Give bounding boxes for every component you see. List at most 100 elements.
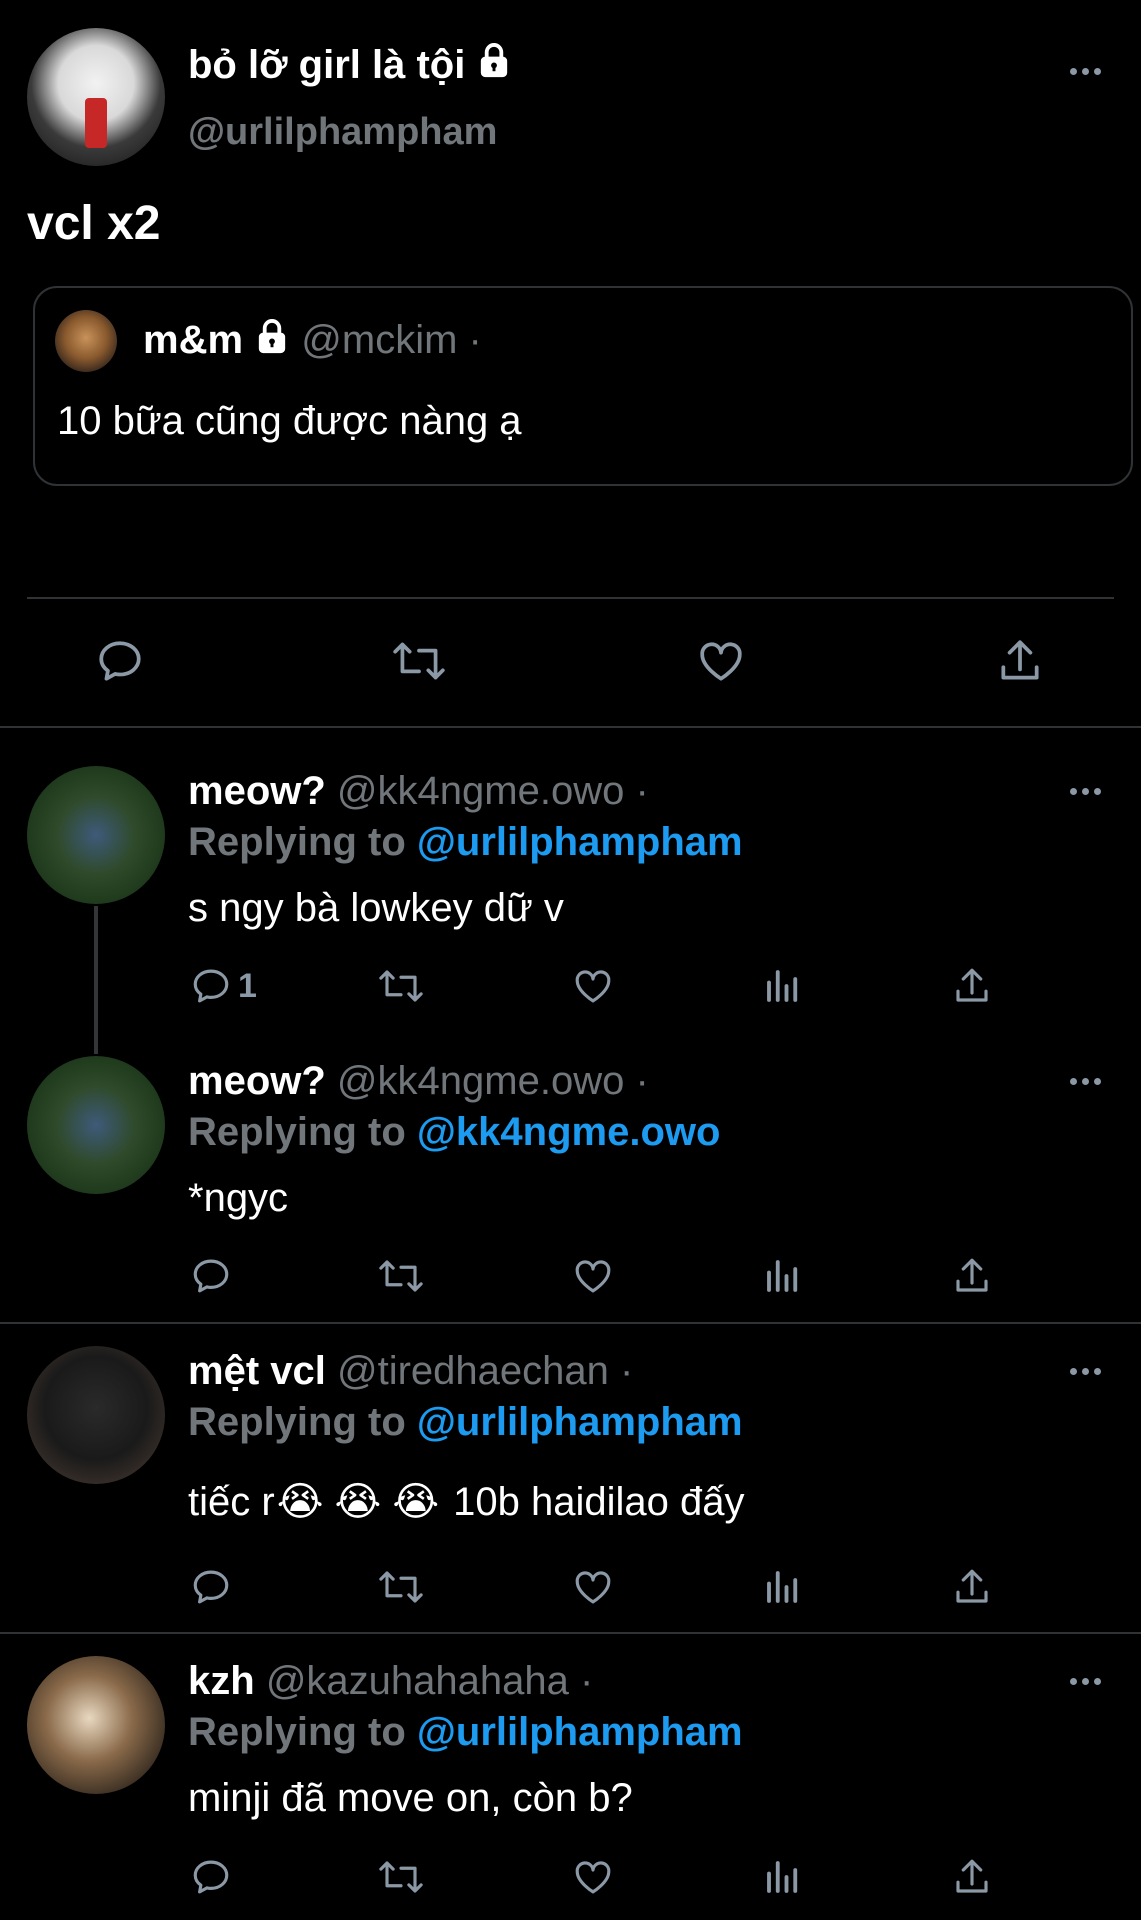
- reply-display-name[interactable]: meow?: [188, 769, 326, 813]
- more-icon[interactable]: [1070, 788, 1101, 795]
- reply-handle[interactable]: @tiredhaechan: [337, 1349, 609, 1393]
- reply-icon: [193, 1570, 229, 1604]
- separator-dot: ·: [635, 769, 649, 813]
- section-divider: [0, 1632, 1141, 1634]
- quoted-tweet-card[interactable]: m&m @mckim · 10 bữa cũng được nàng ạ: [33, 286, 1133, 486]
- more-icon[interactable]: [1070, 1368, 1101, 1375]
- share-button[interactable]: [995, 636, 1045, 686]
- share-icon: [1001, 640, 1039, 680]
- share-button[interactable]: [951, 1566, 993, 1608]
- reply-handle[interactable]: @kk4ngme.owo: [337, 769, 624, 813]
- reply-text: tiếc r😭 😭 😭 10b haidilao đấy: [188, 1477, 745, 1527]
- like-button[interactable]: [571, 965, 615, 1007]
- crying-emoji: 😭 😭 😭: [276, 1480, 440, 1524]
- retweet-icon: [379, 1571, 423, 1603]
- reply-text: minji đã move on, còn b?: [188, 1776, 633, 1820]
- analytics-button[interactable]: [762, 1856, 804, 1898]
- separator-dot: ·: [620, 1349, 634, 1393]
- analytics-button[interactable]: [762, 1255, 804, 1297]
- more-icon[interactable]: [1070, 1678, 1101, 1685]
- share-icon: [956, 1569, 988, 1603]
- replying-to-handle[interactable]: @urlilphampham: [417, 820, 743, 864]
- share-icon: [956, 1859, 988, 1893]
- reply-count: 1: [238, 966, 257, 1005]
- replying-to-handle[interactable]: @urlilphampham: [417, 1400, 743, 1444]
- like-icon: [700, 642, 742, 681]
- separator-dot: ·: [580, 1659, 594, 1703]
- like-button[interactable]: [571, 1255, 615, 1297]
- retweet-button[interactable]: [376, 1566, 426, 1608]
- reply-display-name[interactable]: mệt vcl: [188, 1349, 326, 1393]
- thread-line: [94, 906, 98, 1054]
- retweet-icon: [379, 1861, 423, 1893]
- reply-handle[interactable]: @kk4ngme.owo: [337, 1059, 624, 1103]
- replying-to-label: Replying to: [188, 1710, 406, 1754]
- reply-button[interactable]: [190, 1566, 232, 1608]
- reply-icon: [193, 1259, 229, 1293]
- reply-handle[interactable]: @kazuhahahaha: [266, 1659, 569, 1703]
- tweet-text: vcl x2: [27, 197, 161, 250]
- reply-avatar[interactable]: [27, 1056, 165, 1194]
- reply-text-before: tiếc r: [188, 1480, 275, 1524]
- analytics-button[interactable]: [762, 965, 804, 1007]
- analytics-icon: [767, 1861, 798, 1893]
- retweet-icon: [379, 970, 423, 1002]
- retweet-button[interactable]: [390, 636, 448, 686]
- replying-to-handle[interactable]: @urlilphampham: [417, 1710, 743, 1754]
- reply-display-name[interactable]: kzh: [188, 1659, 255, 1703]
- retweet-button[interactable]: [376, 1856, 426, 1898]
- reply-avatar[interactable]: [27, 1346, 165, 1484]
- separator-dot: ·: [635, 1059, 649, 1103]
- author-avatar[interactable]: [27, 28, 165, 166]
- replying-to-label: Replying to: [188, 1110, 406, 1154]
- retweet-icon: [393, 642, 445, 680]
- like-icon: [575, 1260, 611, 1293]
- quoted-author-avatar: [55, 310, 117, 372]
- reply-button[interactable]: [95, 636, 145, 686]
- more-icon[interactable]: [1070, 68, 1101, 75]
- quoted-text: 10 bữa cũng được nàng ạ: [57, 399, 522, 443]
- reply-avatar[interactable]: [27, 1656, 165, 1794]
- reply-button[interactable]: 1: [190, 965, 257, 1007]
- like-icon: [575, 1861, 611, 1894]
- share-button[interactable]: [951, 1255, 993, 1297]
- like-icon: [575, 970, 611, 1003]
- reply-button[interactable]: [190, 1255, 232, 1297]
- retweet-icon: [379, 1260, 423, 1292]
- reply-button[interactable]: [190, 1856, 232, 1898]
- lock-icon: [476, 42, 512, 92]
- reply-text-after: 10b haidilao đấy: [453, 1480, 745, 1524]
- author-display-name[interactable]: bỏ lỡ girl là tội: [188, 43, 465, 87]
- like-icon: [575, 1571, 611, 1604]
- section-divider: [0, 726, 1141, 728]
- lock-icon: [254, 318, 290, 367]
- like-button[interactable]: [571, 1566, 615, 1608]
- retweet-button[interactable]: [376, 1255, 426, 1297]
- share-icon: [956, 968, 988, 1002]
- section-divider: [0, 1322, 1141, 1324]
- reply-icon: [193, 1860, 229, 1894]
- retweet-button[interactable]: [376, 965, 426, 1007]
- replying-to-handle[interactable]: @kk4ngme.owo: [417, 1110, 721, 1154]
- author-handle[interactable]: @urlilphampham: [188, 108, 497, 156]
- separator-dot: ·: [468, 318, 482, 362]
- replying-to-label: Replying to: [188, 820, 406, 864]
- replying-to-label: Replying to: [188, 1400, 406, 1444]
- more-icon[interactable]: [1070, 1078, 1101, 1085]
- analytics-icon: [767, 1571, 798, 1603]
- like-button[interactable]: [571, 1856, 615, 1898]
- reply-icon: [193, 969, 229, 1003]
- analytics-button[interactable]: [762, 1566, 804, 1608]
- analytics-icon: [767, 1260, 798, 1292]
- analytics-icon: [767, 970, 798, 1002]
- reply-text: *ngyc: [188, 1176, 289, 1220]
- reply-display-name[interactable]: meow?: [188, 1059, 326, 1103]
- share-button[interactable]: [951, 1856, 993, 1898]
- share-button[interactable]: [951, 965, 993, 1007]
- quoted-handle: @mckim: [301, 318, 458, 362]
- reply-icon: [99, 641, 141, 681]
- reply-avatar[interactable]: [27, 766, 165, 904]
- share-icon: [956, 1258, 988, 1292]
- reply-text: s ngy bà lowkey dữ v: [188, 886, 564, 930]
- like-button[interactable]: [695, 636, 747, 686]
